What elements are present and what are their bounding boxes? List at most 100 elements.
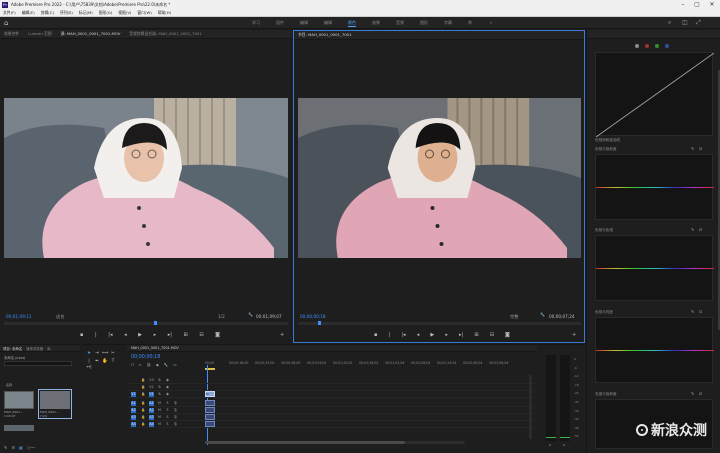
hue-sat-curves-label[interactable]: 色相饱和度曲线 [595, 138, 620, 143]
menu-view[interactable]: 视图(V) [118, 10, 131, 16]
clip-thumbnail-2[interactable]: MAH_0001... 7:24 [38, 389, 72, 419]
source-playhead[interactable] [154, 321, 157, 325]
program-export-frame-icon[interactable]: ◙ [505, 332, 510, 339]
source-patch-a3[interactable]: A3 [131, 415, 136, 420]
program-step-forward-icon[interactable]: ▸ [445, 332, 448, 339]
track-label-a4[interactable]: A4 [149, 422, 154, 427]
solo-icon[interactable]: S [165, 408, 170, 413]
program-playhead[interactable] [318, 321, 321, 325]
solo-icon[interactable]: S [165, 422, 170, 427]
workspace-graphics[interactable]: 图形 [420, 20, 428, 26]
minimize-button[interactable]: – [676, 0, 690, 9]
program-step-back-icon[interactable]: ◂ [417, 332, 420, 339]
tab-source[interactable]: 源: MAH_0001_0001_7001.MOV [61, 31, 121, 37]
mute-icon[interactable]: M [157, 415, 162, 420]
rgb-curve-graph[interactable] [595, 52, 715, 138]
settings-icon[interactable]: 🔧 [164, 363, 168, 367]
solo-right-button[interactable]: S [563, 443, 565, 447]
sync-icon[interactable]: ⇅ [157, 392, 162, 397]
mic-icon[interactable]: 🎙 [173, 408, 178, 413]
mic-icon[interactable]: 🎙 [173, 415, 178, 420]
workspace-learn[interactable]: 学习 [252, 20, 260, 26]
tab-media-browser[interactable]: 媒体浏览器 [26, 346, 43, 351]
slip-tool-icon[interactable]: |↔| [86, 359, 92, 370]
eye-icon[interactable]: ◉ [165, 385, 170, 390]
timeline-vertical-scrollbar[interactable] [529, 375, 532, 439]
overwrite-icon[interactable]: ⊟ [199, 332, 203, 339]
menu-clip[interactable]: 剪辑(C) [41, 10, 54, 16]
program-go-to-in-icon[interactable]: |◂ [401, 332, 405, 339]
timeline-audio-clip[interactable] [205, 407, 215, 413]
go-to-in-icon[interactable]: |◂ [108, 332, 112, 339]
step-forward-icon[interactable]: ▸ [154, 332, 157, 339]
pencil-icon[interactable]: ✎ [4, 445, 7, 450]
snap-icon[interactable]: ∩ [139, 363, 142, 367]
lock-icon[interactable]: 🔒 [141, 401, 146, 406]
timeline-horizontal-scrollbar[interactable] [205, 441, 465, 444]
track-a4[interactable]: A4 🔒 A4 M S 🎙 [127, 421, 537, 428]
source-patch-a2[interactable]: A2 [131, 408, 136, 413]
add-marker-icon[interactable]: ◆ [156, 363, 159, 367]
razor-tool-icon[interactable]: ✂ [110, 351, 116, 357]
timeline-video-clip[interactable]: fx [205, 391, 215, 397]
workspace-editing[interactable]: 编辑 [300, 20, 308, 26]
eyedropper-icon-2[interactable]: ✎ [691, 227, 694, 232]
go-to-out-icon[interactable]: ▸| [168, 332, 172, 339]
eye-icon[interactable]: ◉ [165, 378, 170, 383]
type-tool-icon[interactable]: T [110, 359, 116, 365]
luma-channel-dot[interactable] [635, 44, 639, 48]
step-back-icon[interactable]: ◂ [124, 332, 127, 339]
tab-audio-clip-mixer[interactable]: 音频剪辑混合器: MAH_0001_0001_7001 [129, 31, 201, 37]
hue-vs-hue-graph[interactable] [595, 235, 714, 301]
program-play-icon[interactable]: ▶ [430, 332, 434, 339]
eyedropper-icon-4[interactable]: ✎ [691, 391, 694, 396]
menu-window[interactable]: 窗口(W) [137, 10, 151, 16]
timeline-audio-clip[interactable] [205, 400, 215, 406]
program-video-frame[interactable] [298, 98, 581, 258]
lock-icon[interactable]: 🔒 [141, 392, 146, 397]
track-select-tool-icon[interactable]: ⇥ [94, 351, 100, 357]
lock-icon[interactable]: 🔒 [141, 385, 146, 390]
timeline-audio-clip[interactable] [205, 421, 215, 427]
notification-icon[interactable]: ◫ [682, 19, 688, 26]
program-mark-out-icon[interactable]: | [389, 332, 391, 339]
hue-vs-sat-graph[interactable] [595, 154, 714, 220]
lock-icon[interactable]: 🔒 [141, 378, 146, 383]
extract-icon[interactable]: ⊟ [490, 332, 494, 339]
sync-icon[interactable]: ⇅ [157, 378, 162, 383]
program-fit-select[interactable]: 完整 [510, 314, 518, 320]
menu-file[interactable]: 文件(F) [3, 10, 16, 16]
reset-icon-2[interactable]: ⊡ [699, 227, 702, 232]
close-button[interactable]: ✕ [705, 0, 719, 9]
tab-lumetri-scopes[interactable]: Lumetri 范围 [28, 31, 51, 37]
workspace-more-icon[interactable]: » [490, 20, 492, 25]
lift-icon[interactable]: ⊞ [474, 332, 478, 339]
track-a3[interactable]: A3 🔒 A3 M S 🎙 [127, 414, 537, 421]
tab-sequence[interactable]: MAH_0001_0001_7001.MOV [131, 346, 179, 350]
track-label-a3[interactable]: A3 [149, 415, 154, 420]
program-wrench-icon[interactable]: 🔧 [540, 312, 545, 317]
source-scale-select[interactable]: 1/2 [218, 314, 225, 319]
blue-channel-dot[interactable] [665, 44, 669, 48]
program-timecode[interactable]: 00;00;00;18 [300, 314, 326, 319]
source-timecode[interactable]: 00;01;09;11 [6, 314, 32, 319]
fullscreen-icon[interactable]: ⤢ [696, 19, 701, 27]
maximize-button[interactable]: ▢ [690, 0, 704, 9]
tab-program[interactable]: 节目: MAH_0001_0001_7001 [298, 32, 352, 38]
track-a2[interactable]: A2 🔒 A2 M S 🎙 [127, 407, 537, 414]
source-scrub-bar[interactable] [4, 321, 288, 325]
menu-help[interactable]: 帮助(H) [158, 10, 171, 16]
program-mark-in-icon[interactable]: ▪ [374, 332, 377, 339]
tab-effect-controls[interactable]: 效果控件 [4, 31, 19, 37]
track-label-a2[interactable]: A2 [149, 408, 154, 413]
track-v1[interactable]: V1 🔒 V1 ⇅ ◉ fx [127, 391, 537, 398]
sync-icon[interactable]: ⇅ [157, 385, 162, 390]
captions-icon[interactable]: ▭ [173, 363, 176, 367]
wrench-icon[interactable]: 🔧 [248, 312, 253, 317]
source-fit-select[interactable]: 适合 [56, 314, 64, 320]
mute-icon[interactable]: M [157, 408, 162, 413]
track-label-a1[interactable]: A1 [149, 401, 154, 406]
track-v3[interactable]: 🔒 V3 ⇅ ◉ [127, 377, 537, 384]
track-a1[interactable]: A1 🔒 A1 M S 🎙 [127, 400, 537, 407]
source-patch-a1[interactable]: A1 [131, 401, 136, 406]
